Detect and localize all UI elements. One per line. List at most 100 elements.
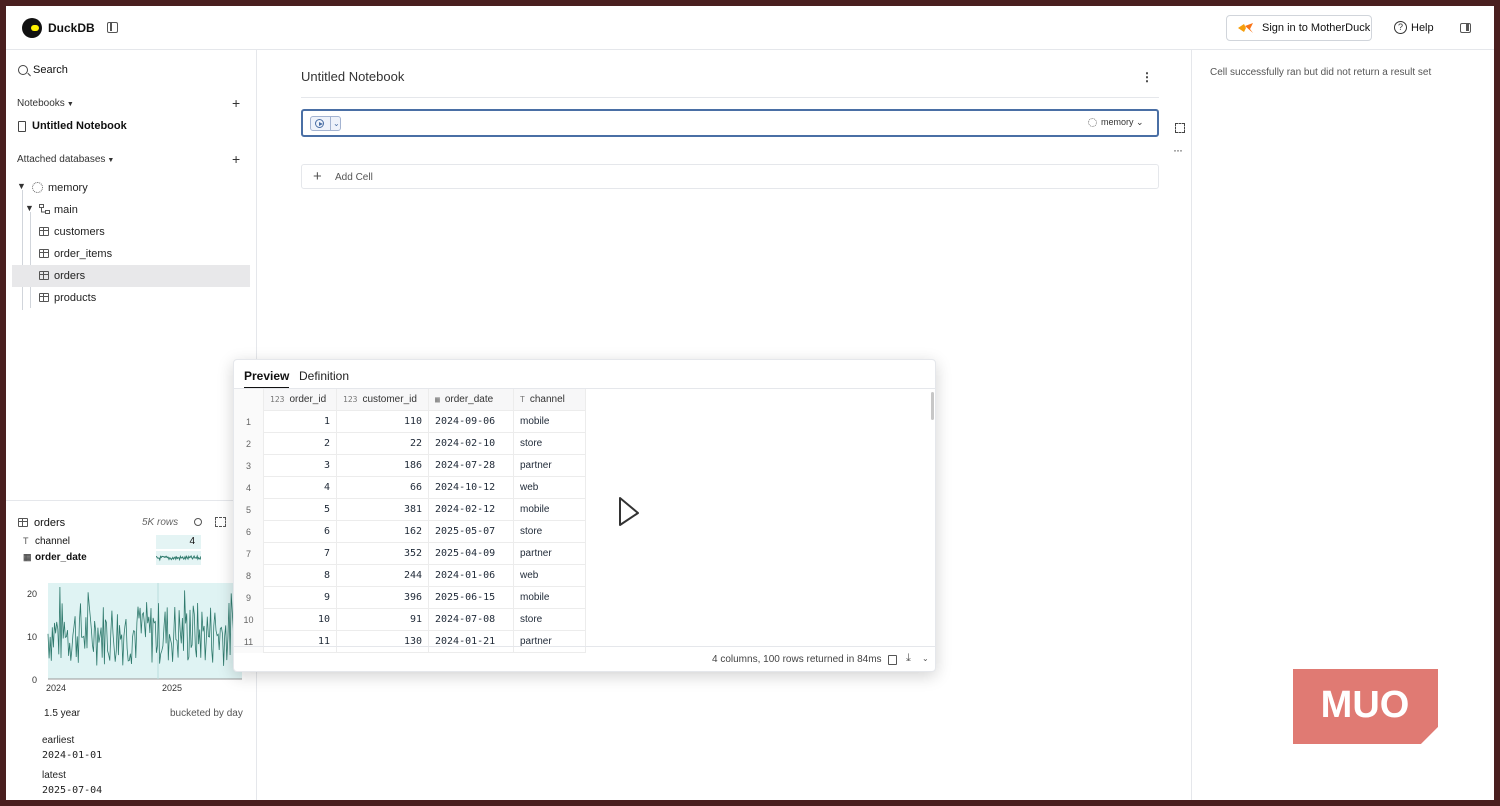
- calendar-type-icon: ▦: [23, 552, 32, 562]
- table-cell: 2024-02-10: [429, 433, 514, 455]
- cell-database-select[interactable]: memory ⌄: [1088, 117, 1144, 128]
- table-cell: 2024-01-06: [429, 565, 514, 587]
- chevron-down-icon[interactable]: ⌄: [330, 117, 340, 130]
- tree-item-label: memory: [48, 182, 88, 194]
- tree-item-orders[interactable]: orders: [12, 265, 250, 287]
- add-cell-button[interactable]: + Add Cell: [301, 164, 1159, 189]
- column-header-label: customer_id: [362, 394, 417, 405]
- more-options-icon[interactable]: ···: [1173, 143, 1183, 157]
- table-row[interactable]: 11 11 130 2024-01-21 partner: [234, 631, 586, 653]
- table-preview-popover: Preview Definition 123 order_id 123 custome…: [233, 359, 936, 672]
- chevron-down-icon: ⌄: [1136, 117, 1144, 127]
- row-number: 9: [234, 587, 264, 609]
- table-cell: 2024-09-06: [429, 411, 514, 433]
- table-row[interactable]: 1 1 110 2024-09-06 mobile: [234, 411, 586, 433]
- table-row[interactable]: 9 9 396 2025-06-15 mobile: [234, 587, 586, 609]
- table-row[interactable]: 4 4 66 2024-10-12 web: [234, 477, 586, 499]
- help-button[interactable]: ? Help: [1394, 20, 1434, 35]
- notebooks-label: Notebooks: [17, 98, 65, 109]
- play-icon: [315, 119, 324, 128]
- latest-value: 2025-07-04: [42, 785, 103, 796]
- text-type-icon: T: [520, 395, 525, 404]
- table-row[interactable]: 3 3 186 2024-07-28 partner: [234, 455, 586, 477]
- column-header-customer-id[interactable]: 123 customer_id: [337, 389, 429, 411]
- left-sidebar: Search Notebooks ▼ + Untitled Notebook At…: [6, 50, 257, 800]
- tree-item-main[interactable]: ▼ main: [12, 199, 250, 221]
- schema-icon: [39, 204, 50, 214]
- search-button[interactable]: Search: [18, 64, 68, 76]
- column-header-order-id[interactable]: 123 order_id: [264, 389, 337, 411]
- sidebar-toggle-icon[interactable]: [107, 22, 118, 33]
- table-cell: 7: [264, 543, 337, 565]
- number-type-icon: 123: [343, 395, 358, 404]
- table-row[interactable]: 7 7 352 2025-04-09 partner: [234, 543, 586, 565]
- table-cell: 186: [337, 455, 429, 477]
- add-notebook-button[interactable]: +: [232, 95, 240, 111]
- tree-item-order-items[interactable]: order_items: [12, 243, 250, 265]
- copy-icon[interactable]: [888, 655, 897, 665]
- scrollbar[interactable]: [931, 392, 934, 420]
- column-sparkline: [155, 551, 202, 565]
- right-panel-toggle-icon[interactable]: [1460, 23, 1471, 33]
- table-cell: 5: [264, 499, 337, 521]
- column-header-channel[interactable]: Tchannel: [514, 389, 586, 411]
- notebook-item-label: Untitled Notebook: [32, 120, 127, 132]
- notebook-menu-icon[interactable]: ⋮: [1141, 70, 1153, 84]
- y-tick-label: 10: [27, 632, 37, 642]
- table-row[interactable]: 5 5 381 2024-02-12 mobile: [234, 499, 586, 521]
- latest-label: latest: [42, 770, 66, 781]
- attached-databases-toggle[interactable]: Attached databases ▼: [17, 154, 114, 165]
- summary-search-icon[interactable]: [194, 518, 202, 526]
- summary-column-channel[interactable]: Tchannel: [23, 536, 70, 547]
- download-icon[interactable]: ⤓: [906, 652, 911, 665]
- table-cell: store: [514, 609, 586, 631]
- notebook-title[interactable]: Untitled Notebook: [301, 69, 404, 84]
- table-icon: [39, 227, 49, 236]
- tab-definition[interactable]: Definition: [299, 369, 349, 383]
- table-cell: 2024-01-21: [429, 631, 514, 653]
- table-cell: 91: [337, 609, 429, 631]
- table-row[interactable]: 8 8 244 2024-01-06 web: [234, 565, 586, 587]
- add-database-button[interactable]: +: [232, 151, 240, 167]
- column-header-order-date[interactable]: ▦ order_date: [429, 389, 514, 411]
- row-number-header: [234, 389, 264, 411]
- y-tick-label: 20: [27, 589, 37, 599]
- table-cell: store: [514, 521, 586, 543]
- app-name: DuckDB: [48, 21, 95, 35]
- signin-motherduck-button[interactable]: Sign in to MotherDuck: [1226, 15, 1372, 41]
- tab-preview[interactable]: Preview: [244, 369, 290, 389]
- database-icon: [1088, 118, 1097, 128]
- tree-item-products[interactable]: products: [12, 287, 250, 309]
- summary-focus-icon[interactable]: [215, 517, 226, 527]
- tree-item-label: order_items: [54, 248, 113, 260]
- sql-cell-editor[interactable]: ⌄ memory ⌄: [301, 109, 1159, 137]
- notebooks-section-toggle[interactable]: Notebooks ▼: [17, 98, 74, 109]
- table-row[interactable]: 10 10 91 2024-07-08 store: [234, 609, 586, 631]
- table-row[interactable]: 2 2 22 2024-02-10 store: [234, 433, 586, 455]
- table-cell: 352: [337, 543, 429, 565]
- tree-item-memory[interactable]: ▼ memory: [12, 177, 250, 199]
- tree-item-customers[interactable]: customers: [12, 221, 250, 243]
- notebook-item-untitled[interactable]: Untitled Notebook: [18, 120, 127, 132]
- table-cell: mobile: [514, 411, 586, 433]
- table-cell: 396: [337, 587, 429, 609]
- table-row[interactable]: 6 6 162 2025-05-07 store: [234, 521, 586, 543]
- sparkline-chart: [155, 554, 202, 562]
- run-cell-button[interactable]: ⌄: [310, 116, 341, 131]
- attached-databases-label: Attached databases: [17, 154, 106, 165]
- plus-icon: +: [313, 168, 322, 185]
- summary-table-name: orders: [34, 517, 66, 529]
- row-number: 8: [234, 565, 264, 587]
- column-name: channel: [35, 536, 71, 547]
- table-icon: [39, 249, 49, 258]
- table-cell: 66: [337, 477, 429, 499]
- summary-column-order-date[interactable]: ▦ order_date: [23, 552, 87, 563]
- chevron-down-icon[interactable]: ⌄: [922, 654, 929, 663]
- expand-icon[interactable]: [1175, 123, 1185, 133]
- row-number: 4: [234, 477, 264, 499]
- top-bar: DuckDB Sign in to MotherDuck ? Help: [6, 6, 1494, 50]
- order-date-histogram: 20 10 0 2024 2025: [27, 583, 243, 693]
- table-cell: 2024-07-28: [429, 455, 514, 477]
- tree-item-label: orders: [54, 270, 86, 282]
- earliest-value: 2024-01-01: [42, 750, 103, 761]
